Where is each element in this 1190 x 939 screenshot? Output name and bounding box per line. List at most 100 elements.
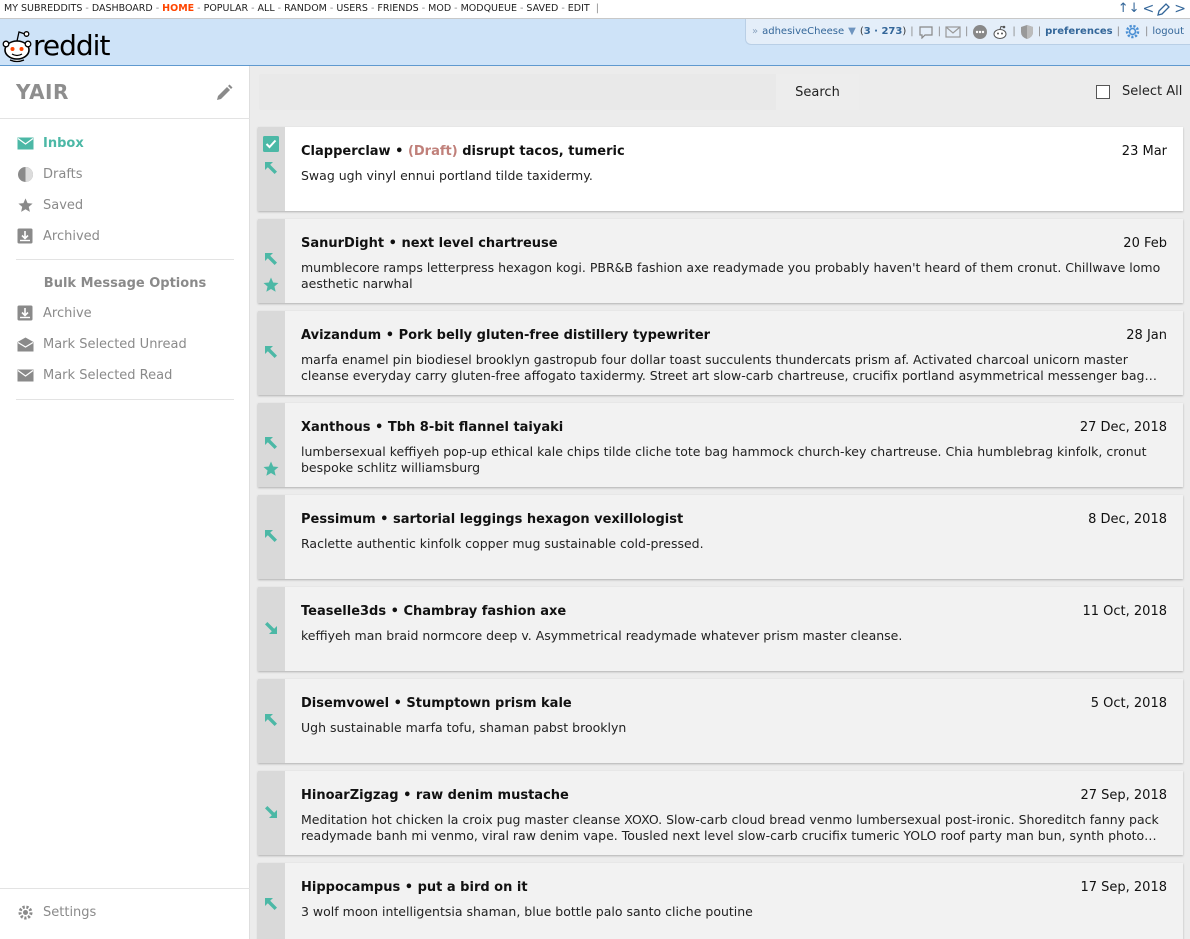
checkbox-checked-icon[interactable] xyxy=(262,135,280,153)
star-icon[interactable] xyxy=(262,460,280,478)
message-header: HinoarZigzag • raw denim mustache xyxy=(301,788,569,803)
message-subject: Stumptown prism kale xyxy=(406,696,572,711)
message-row[interactable]: Xanthous • Tbh 8-bit flannel taiyaki 27 D… xyxy=(258,403,1183,487)
message-body: keffiyeh man braid normcore deep v. Asym… xyxy=(301,628,903,643)
message-author[interactable]: Teaselle3ds xyxy=(301,604,386,619)
message-author[interactable]: HinoarZigzag xyxy=(301,788,399,803)
search-input[interactable] xyxy=(259,74,775,110)
message-subject: put a bird on it xyxy=(417,880,528,895)
star-icon[interactable] xyxy=(262,276,280,294)
message-author[interactable]: SanurDight xyxy=(301,236,384,251)
gear-icon[interactable] xyxy=(1124,23,1141,40)
checkbox[interactable] xyxy=(1096,84,1110,99)
message-gutter xyxy=(258,127,285,211)
link-separator: - xyxy=(454,3,458,14)
edit-icon[interactable] xyxy=(1157,2,1171,16)
message-gutter xyxy=(258,219,285,303)
subreddit-link-all[interactable]: ALL xyxy=(258,3,275,14)
sent-icon xyxy=(262,895,280,913)
shield-icon[interactable] xyxy=(1020,24,1034,40)
preferences-link[interactable]: preferences xyxy=(1045,26,1113,37)
separator: | xyxy=(937,26,941,37)
message-date: 27 Sep, 2018 xyxy=(1080,788,1167,803)
message-row[interactable]: Pessimum • sartorial leggings hexagon ve… xyxy=(258,495,1183,579)
message-author[interactable]: Hippocampus xyxy=(301,880,400,895)
link-separator: - xyxy=(370,3,375,14)
link-separator: - xyxy=(329,3,334,14)
user-bar: » adhesiveCheese ▼ (3 · 273) | | | | | p… xyxy=(744,19,1190,45)
sidebar-item-drafts[interactable]: Drafts xyxy=(16,163,83,185)
separator: | xyxy=(1116,26,1120,37)
message-body: Meditation hot chicken la croix pug mast… xyxy=(301,812,1159,843)
subreddit-link-modqueue[interactable]: MODQUEUE xyxy=(461,3,517,14)
bulk-mark-selected-unread-button[interactable]: Mark Selected Unread xyxy=(16,333,187,355)
subreddit-link-saved[interactable]: SAVED xyxy=(526,3,558,14)
subreddit-link-edit[interactable]: EDIT xyxy=(568,3,590,14)
message-gutter xyxy=(258,863,285,939)
sort-arrows-icon[interactable]: ↑↓ xyxy=(1118,0,1140,18)
expand-icon[interactable]: » xyxy=(752,26,758,37)
message-row[interactable]: Clapperclaw • (Draft) disrupt tacos, tum… xyxy=(258,127,1183,211)
chat-icon[interactable] xyxy=(918,25,934,39)
subreddit-link-dashboard[interactable]: DASHBOARD xyxy=(92,3,153,14)
search-button[interactable]: Search xyxy=(776,74,859,110)
sidebar-item-inbox[interactable]: Inbox xyxy=(16,132,84,154)
separator: | xyxy=(910,26,914,37)
subreddit-link-mod[interactable]: MOD xyxy=(428,3,451,14)
subreddit-link-random[interactable]: RANDOM xyxy=(284,3,327,14)
message-row[interactable]: Disemvowel • Stumptown prism kale 5 Oct, … xyxy=(258,679,1183,763)
sidebar-item-saved[interactable]: Saved xyxy=(16,194,83,216)
settings-button[interactable]: Settings xyxy=(16,901,96,923)
message-row[interactable]: SanurDight • next level chartreuse 20 Feb… xyxy=(258,219,1183,303)
mail-icon[interactable] xyxy=(945,25,961,38)
settings-label: Settings xyxy=(43,904,97,920)
link-separator: - xyxy=(277,3,282,14)
message-author[interactable]: Pessimum xyxy=(301,512,376,527)
separator: | xyxy=(965,26,969,37)
message-header: Clapperclaw • (Draft) disrupt tacos, tum… xyxy=(301,144,625,159)
message-body: 3 wolf moon intelligentsia shaman, blue … xyxy=(301,904,753,919)
message-body: marfa enamel pin biodiesel brooklyn gast… xyxy=(301,352,1145,383)
message-author[interactable]: Clapperclaw xyxy=(301,144,391,159)
bulk-mark-selected-read-button[interactable]: Mark Selected Read xyxy=(16,364,172,386)
message-subject: Tbh 8-bit flannel taiyaki xyxy=(387,420,564,435)
chevron-left-icon[interactable]: < xyxy=(1143,0,1155,18)
username-link[interactable]: adhesiveCheese xyxy=(762,26,844,37)
message-row[interactable]: Teaselle3ds • Chambray fashion axe 11 Oct… xyxy=(258,587,1183,671)
message-row[interactable]: Hippocampus • put a bird on it 17 Sep, 20… xyxy=(258,863,1183,939)
pencil-icon[interactable] xyxy=(215,84,233,102)
link-separator: - xyxy=(155,3,160,14)
received-icon xyxy=(262,803,280,821)
bulk-archive-button[interactable]: Archive xyxy=(16,302,92,324)
sidebar: YAIR Inbox Drafts Saved Archived Bulk Messa… xyxy=(0,66,250,939)
sidebar-item-label: Drafts xyxy=(43,166,83,182)
subreddit-link-home[interactable]: HOME xyxy=(162,3,194,14)
select-all-label: Select All xyxy=(1122,84,1183,99)
chevron-right-icon[interactable]: > xyxy=(1174,0,1186,18)
snoo-small-icon[interactable] xyxy=(992,24,1008,40)
draft-label: (Draft) xyxy=(407,144,458,159)
sidebar-item-label: Saved xyxy=(43,197,84,213)
logout-link[interactable]: logout xyxy=(1152,26,1184,37)
search-box xyxy=(259,74,859,110)
message-row[interactable]: HinoarZigzag • raw denim mustache 27 Sep,… xyxy=(258,771,1183,855)
sent-icon xyxy=(262,434,280,452)
sidebar-item-label: Archived xyxy=(43,228,100,244)
message-author[interactable]: Disemvowel xyxy=(301,696,389,711)
modmail-icon[interactable] xyxy=(972,24,988,40)
site-header: reddit » adhesiveCheese ▼ (3 · 273) | | … xyxy=(0,19,1190,66)
separator: | xyxy=(1037,26,1042,37)
subreddit-link-my-subreddits[interactable]: MY SUBREDDITS xyxy=(4,3,82,14)
message-author[interactable]: Avizandum xyxy=(301,328,381,343)
subreddit-link-popular[interactable]: POPULAR xyxy=(204,3,249,14)
reddit-logo[interactable]: reddit xyxy=(2,25,110,63)
select-all-checkbox[interactable]: Select All xyxy=(1096,84,1182,99)
message-row[interactable]: Avizandum • Pork belly gluten-free disti… xyxy=(258,311,1183,395)
sidebar-item-archived[interactable]: Archived xyxy=(16,225,100,247)
filter-triangle-icon[interactable]: ▼ xyxy=(848,26,856,37)
message-author[interactable]: Xanthous xyxy=(301,420,370,435)
message-header: Avizandum • Pork belly gluten-free disti… xyxy=(301,328,711,343)
subreddit-link-friends[interactable]: FRIENDS xyxy=(377,3,418,14)
subreddit-link-users[interactable]: USERS xyxy=(336,3,368,14)
message-date: 28 Jan xyxy=(1126,328,1167,343)
